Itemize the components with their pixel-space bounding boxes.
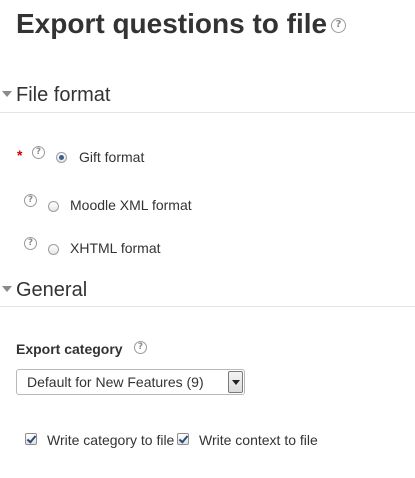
page-title: Export questions to file	[16, 8, 328, 39]
radio-label-xhtml-format[interactable]: XHTML format	[70, 240, 161, 256]
radio-moodle-xml-format[interactable]	[48, 201, 59, 212]
radio-xhtml-format[interactable]	[48, 244, 59, 255]
checkbox-label-write-category[interactable]: Write category to file	[47, 432, 174, 448]
checkbox-write-category[interactable]	[25, 433, 37, 445]
checkbox-write-context[interactable]	[177, 433, 189, 445]
checkbox-label-write-context[interactable]: Write context to file	[199, 432, 318, 448]
collapse-file-format-icon[interactable]	[2, 91, 12, 97]
chevron-down-icon	[232, 380, 240, 385]
export-category-select[interactable]: Default for New Features (9)	[16, 369, 245, 395]
section-title-general[interactable]: General	[16, 278, 87, 302]
help-icon[interactable]: ?	[331, 18, 346, 33]
radio-label-moodle-xml-format[interactable]: Moodle XML format	[70, 197, 192, 213]
help-icon[interactable]: ?	[134, 341, 147, 354]
required-marker: *	[17, 147, 23, 163]
help-icon[interactable]: ?	[32, 146, 45, 159]
help-icon[interactable]: ?	[24, 237, 37, 250]
export-category-label: Export category	[16, 341, 123, 357]
section-divider	[0, 306, 415, 307]
export-questions-page: Export questions to file ? File format *…	[0, 0, 415, 478]
help-icon[interactable]: ?	[24, 194, 37, 207]
section-title-file-format[interactable]: File format	[16, 83, 110, 107]
dropdown-button[interactable]	[228, 371, 243, 393]
radio-gift-format[interactable]	[56, 152, 67, 163]
export-category-value: Default for New Features (9)	[27, 374, 204, 390]
radio-label-gift-format[interactable]: Gift format	[79, 149, 144, 165]
collapse-general-icon[interactable]	[2, 286, 12, 292]
section-divider	[0, 112, 415, 113]
